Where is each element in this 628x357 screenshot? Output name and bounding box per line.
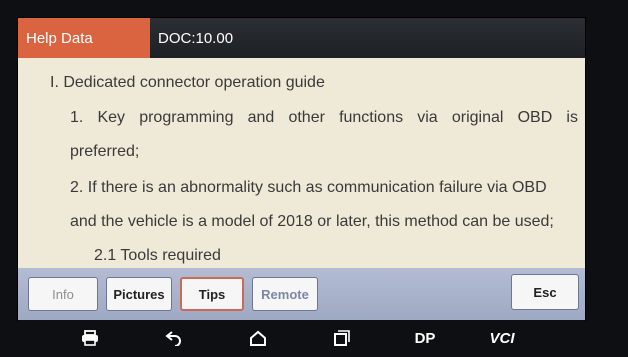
item-1-word: OBD bbox=[517, 109, 553, 126]
bottom-toolbar: Info Pictures Tips Remote Esc bbox=[18, 268, 585, 320]
section-heading: I. Dedicated connector operation guide bbox=[50, 74, 325, 91]
item-1-word: 1. bbox=[70, 109, 84, 126]
item-1-continued: preferred; bbox=[70, 143, 140, 160]
remote-button[interactable]: Remote bbox=[252, 277, 318, 311]
vci-button[interactable]: VCI bbox=[484, 326, 520, 350]
item-1-word: functions bbox=[339, 109, 404, 126]
recent-apps-icon[interactable] bbox=[330, 326, 354, 350]
printer-icon[interactable] bbox=[78, 326, 102, 350]
item-1-word: original bbox=[451, 109, 504, 126]
dp-button[interactable]: DP bbox=[410, 326, 440, 350]
tips-button[interactable]: Tips bbox=[180, 277, 244, 311]
info-button[interactable]: Info bbox=[28, 277, 98, 311]
help-data-tab[interactable]: Help Data bbox=[18, 18, 150, 58]
item-1-word: is bbox=[566, 109, 578, 126]
item-1-word: programming bbox=[139, 109, 234, 126]
help-content: I. Dedicated connector operation guide 1… bbox=[18, 58, 585, 288]
item-1-line: 1. Key programming and other functions v… bbox=[70, 101, 578, 134]
item-1-word: Key bbox=[97, 109, 126, 126]
system-nav-bar: DP VCI bbox=[18, 320, 585, 357]
doc-code: DOC:10.00 bbox=[158, 29, 234, 47]
help-screen: Help Data DOC:10.00 I. Dedicated connect… bbox=[18, 18, 585, 320]
item-1-word: via bbox=[417, 109, 438, 126]
item-2-line: 2. If there is an abnormality such as co… bbox=[70, 179, 547, 196]
esc-button[interactable]: Esc bbox=[511, 274, 579, 310]
back-icon[interactable] bbox=[162, 326, 186, 350]
header-bar: Help Data DOC:10.00 bbox=[18, 18, 585, 58]
item-1-word: other bbox=[288, 109, 325, 126]
pictures-button[interactable]: Pictures bbox=[106, 277, 172, 311]
item-1-word: and bbox=[247, 109, 275, 126]
help-data-label: Help Data bbox=[26, 29, 93, 47]
item-2-continued: and the vehicle is a model of 2018 or la… bbox=[70, 213, 554, 230]
home-icon[interactable] bbox=[246, 326, 270, 350]
